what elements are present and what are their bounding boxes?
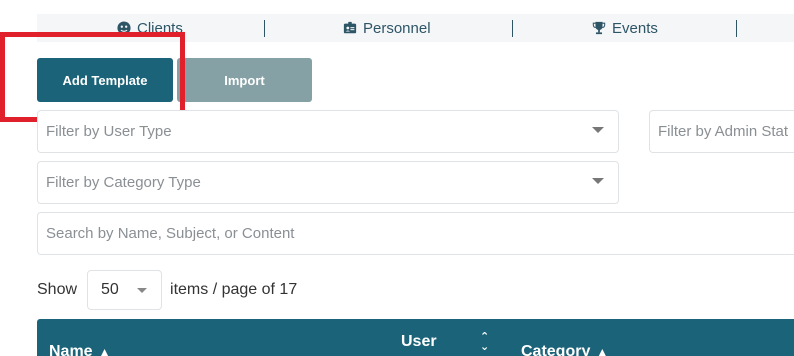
user-type-filter[interactable]: Filter by User Type [37,110,619,153]
category-type-filter[interactable]: Filter by Category Type [37,161,619,204]
column-header-user[interactable]: User [401,333,437,351]
column-header-name[interactable]: Name ▲ [49,343,110,356]
column-header-category[interactable]: Category ▲ [521,343,608,356]
page-size-select[interactable]: 50 [87,270,163,310]
admin-status-filter-placeholder: Filter by Admin Stat [658,123,789,140]
search-input-placeholder: Search by Name, Subject, or Content [46,225,295,242]
page-size-control: Show 50 items / page of 17 [37,270,297,310]
nav-divider [264,20,265,37]
user-circle-icon [117,21,131,35]
sort-up-icon: ▲ [596,345,609,356]
page-count-label: items / page of 17 [170,281,298,298]
column-header-label: User [401,333,437,350]
nav-item-personnel[interactable]: Personnel [343,14,431,42]
sort-up-icon: ▲ [98,345,111,356]
page-size-value: 50 [101,281,119,298]
caret-down-icon [592,127,604,133]
admin-status-filter[interactable]: Filter by Admin Stat [649,110,794,153]
nav-item-label: Clients [137,19,183,37]
caret-down-icon [592,178,604,184]
nav-item-label: Personnel [363,19,431,37]
category-type-filter-placeholder: Filter by Category Type [46,174,201,191]
nav-divider [512,20,513,37]
column-header-label: Category [521,343,591,356]
nav-item-label: Events [612,19,658,37]
nav-item-clients[interactable]: Clients [117,14,183,42]
nav-item-events[interactable]: Events [592,14,658,42]
column-header-label: Name [49,343,93,356]
search-input[interactable]: Search by Name, Subject, or Content [37,212,794,255]
import-button[interactable]: Import [177,58,312,102]
trophy-icon [592,21,606,35]
id-badge-icon [343,21,357,34]
caret-down-icon [137,288,148,293]
add-template-button[interactable]: Add Template [37,58,173,102]
table-header: Name ▲ User ⌃ ⌄ Category ▲ [37,319,794,356]
sort-both-icon[interactable]: ⌃ ⌄ [480,332,489,353]
show-label: Show [37,281,78,298]
user-type-filter-placeholder: Filter by User Type [46,123,172,140]
top-nav: Clients Personnel Events [37,14,794,42]
nav-divider [736,20,737,37]
